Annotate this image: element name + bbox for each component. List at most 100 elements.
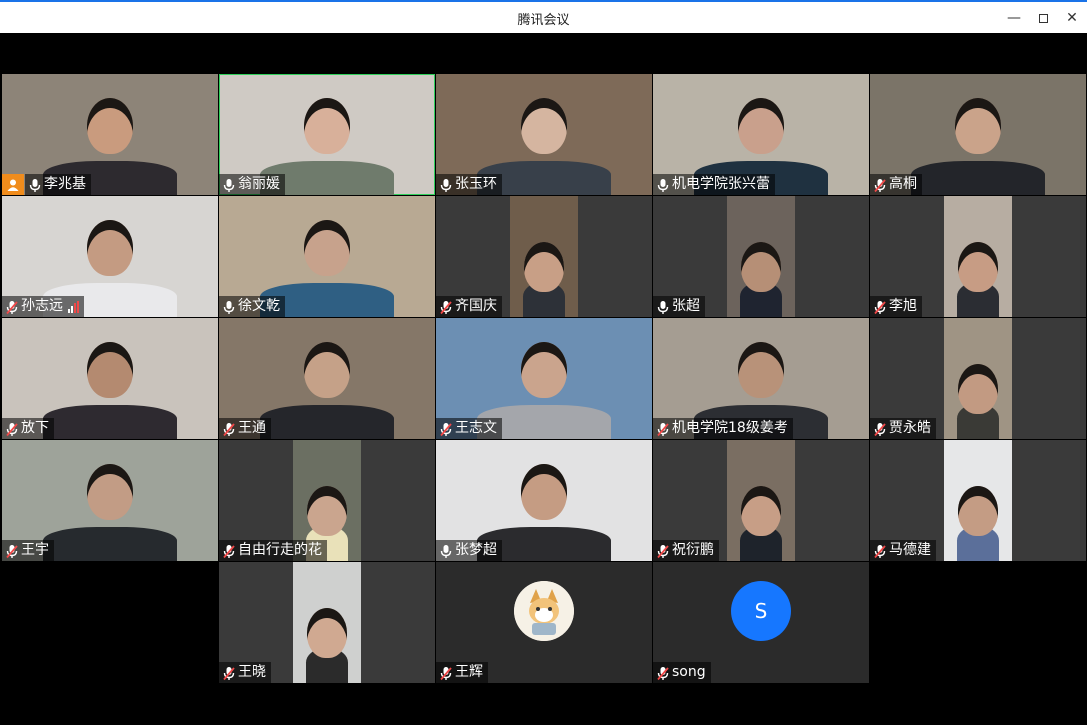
participant-name: 自由行走的花 (238, 542, 322, 558)
video-tile[interactable]: 王辉 (436, 562, 652, 683)
video-feed (944, 318, 1012, 439)
window-title: 腾讯会议 (517, 13, 570, 28)
video-tile[interactable]: 机电学院张兴蕾 (653, 74, 869, 195)
participant-name: 机电学院张兴蕾 (672, 176, 770, 192)
avatar (514, 581, 574, 641)
title-bar: 腾讯会议 — ✕ (0, 0, 1087, 33)
maximize-icon (1038, 13, 1048, 23)
maximize-button[interactable] (1029, 6, 1057, 30)
participant-nametag: 齐国庆 (436, 296, 502, 317)
person-face (521, 464, 567, 520)
video-tile[interactable]: 李兆基 (2, 74, 218, 195)
host-icon (2, 174, 24, 195)
video-tile[interactable]: 王晓 (219, 562, 435, 683)
video-tile[interactable]: 孙志远 (2, 196, 218, 317)
person-face (304, 220, 350, 276)
participant-name: 马德建 (889, 542, 931, 558)
mic-muted-icon (873, 299, 887, 315)
video-feed (727, 196, 795, 317)
person-face (741, 242, 781, 292)
person-face (741, 486, 781, 536)
participant-name: 李兆基 (44, 176, 86, 192)
video-tile[interactable]: 放下 (2, 318, 218, 439)
person-face (521, 342, 567, 398)
video-tile[interactable]: 祝衍鹏 (653, 440, 869, 561)
participant-nametag: 孙志远 (2, 296, 84, 317)
mic-icon (439, 543, 453, 559)
minimize-button[interactable]: — (1000, 6, 1028, 30)
participant-name: 齐国庆 (455, 298, 497, 314)
minimize-icon: — (1007, 10, 1021, 26)
mic-icon (222, 299, 236, 315)
video-tile[interactable]: 翁丽媛 (219, 74, 435, 195)
participant-name: 翁丽媛 (238, 176, 280, 192)
person-face (524, 242, 564, 292)
participant-name: 张梦超 (455, 542, 497, 558)
close-button[interactable]: ✕ (1058, 6, 1086, 30)
participant-nametag: 王晓 (219, 662, 271, 683)
person-face (307, 486, 347, 536)
mic-muted-icon (5, 299, 19, 315)
person-face (958, 364, 998, 414)
mic-muted-icon (439, 299, 453, 315)
video-tile[interactable]: 马德建 (870, 440, 1086, 561)
participant-name: 徐文乾 (238, 298, 280, 314)
participant-nametag: 马德建 (870, 540, 936, 561)
person-face (958, 242, 998, 292)
video-grid: 李兆基 翁丽媛 张玉环 机电学院张兴蕾 高桐孙志远 徐文乾 齐国庆 张超 李旭放下 王通 王志文 机电… (2, 33, 1086, 723)
person-face (87, 98, 133, 154)
participant-name: 放下 (21, 420, 49, 436)
participant-nametag: 王志文 (436, 418, 502, 439)
person-silhouette (43, 405, 177, 439)
participant-nametag: 祝衍鹏 (653, 540, 719, 561)
video-tile[interactable]: 高桐 (870, 74, 1086, 195)
video-tile[interactable]: 王通 (219, 318, 435, 439)
participant-nametag: 李旭 (870, 296, 922, 317)
participant-nametag: 机电学院18级姜考 (653, 418, 793, 439)
video-tile[interactable]: 李旭 (870, 196, 1086, 317)
participant-nametag: 徐文乾 (219, 296, 285, 317)
participant-name: 祝衍鹏 (672, 542, 714, 558)
participant-nametag: 翁丽媛 (219, 174, 285, 195)
person-face (958, 486, 998, 536)
participant-nametag: 李兆基 (25, 174, 91, 195)
video-tile[interactable]: 王宇 (2, 440, 218, 561)
mic-muted-icon (873, 543, 887, 559)
participant-name: 孙志远 (21, 298, 63, 314)
mic-icon (439, 177, 453, 193)
video-tile[interactable]: 机电学院18级姜考 (653, 318, 869, 439)
mic-icon (222, 177, 236, 193)
person-silhouette (911, 161, 1045, 195)
participant-name: 李旭 (889, 298, 917, 314)
participant-nametag: 张玉环 (436, 174, 502, 195)
participant-name: 张超 (672, 298, 700, 314)
person-silhouette (43, 527, 177, 561)
video-feed (944, 196, 1012, 317)
mic-muted-icon (439, 665, 453, 681)
participant-name: 高桐 (889, 176, 917, 192)
video-tile[interactable]: 张玉环 (436, 74, 652, 195)
video-tile[interactable]: Ssong (653, 562, 869, 683)
video-tile[interactable]: 张梦超 (436, 440, 652, 561)
person-face (87, 342, 133, 398)
participant-nametag: 放下 (2, 418, 54, 439)
participant-name: 王辉 (455, 664, 483, 680)
video-tile[interactable]: 齐国庆 (436, 196, 652, 317)
video-tile[interactable]: 自由行走的花 (219, 440, 435, 561)
video-tile[interactable]: 徐文乾 (219, 196, 435, 317)
mic-muted-icon (656, 421, 670, 437)
video-tile[interactable]: 王志文 (436, 318, 652, 439)
mic-icon (656, 299, 670, 315)
participant-nametag: 贾永皓 (870, 418, 936, 439)
person-face (307, 608, 347, 658)
participant-nametag: 自由行走的花 (219, 540, 327, 561)
mic-muted-icon (656, 543, 670, 559)
participant-nametag: 王宇 (2, 540, 54, 561)
participant-name: 王通 (238, 420, 266, 436)
participant-nametag: song (653, 662, 711, 683)
mic-muted-icon (873, 177, 887, 193)
video-tile[interactable]: 张超 (653, 196, 869, 317)
video-tile[interactable]: 贾永皓 (870, 318, 1086, 439)
participant-name: 贾永皓 (889, 420, 931, 436)
participant-name: 王志文 (455, 420, 497, 436)
